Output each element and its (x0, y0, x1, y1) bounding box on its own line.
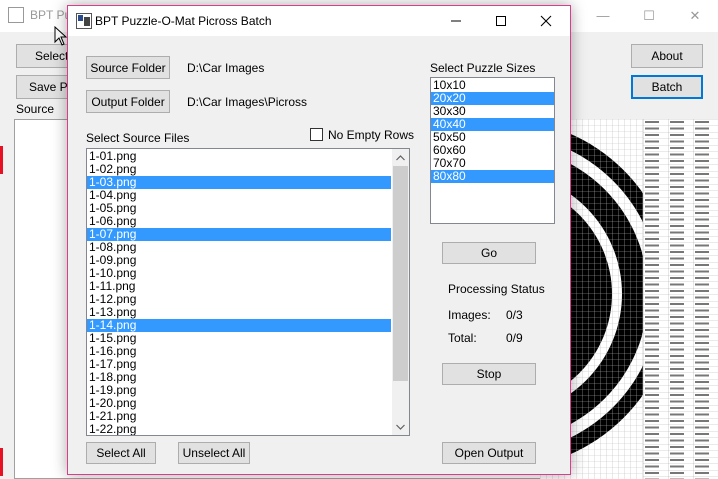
scroll-thumb[interactable] (393, 166, 408, 381)
total-label: Total: (448, 331, 477, 345)
main-maximize-icon[interactable]: ☐ (626, 0, 672, 32)
source-folder-button[interactable]: Source Folder (86, 56, 170, 79)
images-label: Images: (448, 308, 491, 322)
main-close-icon[interactable]: ✕ (672, 0, 718, 32)
app-icon (76, 13, 92, 29)
source-files-listbox[interactable]: 1-01.png 1-02.png 1-03.png 1-04.png 1-05.png… (86, 148, 410, 436)
mouse-cursor-icon (54, 26, 68, 46)
puzzle-size-item[interactable]: 80x80 (431, 170, 554, 183)
select-source-files-label: Select Source Files (86, 131, 190, 145)
batch-button[interactable]: Batch (631, 75, 703, 99)
source-folder-path: D:\Car Images (187, 61, 265, 75)
main-window-title: BPT Pu (30, 8, 72, 22)
go-button[interactable]: Go (442, 242, 536, 264)
stop-button[interactable]: Stop (442, 363, 536, 385)
scroll-up-icon[interactable] (392, 149, 409, 166)
puzzle-clue-grid (643, 119, 718, 479)
puzzle-sizes-list: 10x10 20x20 30x30 40x40 50x50 60x60 70x70 80x80 (431, 79, 554, 183)
about-button[interactable]: About (631, 44, 703, 68)
main-source-label: Source (16, 102, 55, 116)
red-marker-top (0, 146, 3, 174)
puzzle-clues (643, 119, 718, 479)
main-minimize-icon[interactable]: — (580, 0, 626, 32)
select-all-button[interactable]: Select All (86, 442, 156, 464)
scroll-down-icon[interactable] (392, 418, 409, 435)
total-value: 0/9 (506, 331, 523, 345)
dialog-minimize-icon[interactable] (434, 6, 478, 36)
output-folder-path: D:\Car Images\Picross (187, 95, 308, 109)
open-output-button[interactable]: Open Output (442, 442, 536, 464)
images-value: 0/3 (506, 308, 523, 322)
dialog-title: BPT Puzzle-O-Mat Picross Batch (95, 14, 272, 28)
red-marker-bottom (0, 448, 3, 476)
processing-status-label: Processing Status (448, 282, 545, 296)
dialog-close-icon[interactable] (524, 6, 568, 36)
unselect-all-button[interactable]: Unselect All (178, 442, 250, 464)
dialog-maximize-icon[interactable] (479, 6, 523, 36)
output-folder-button[interactable]: Output Folder (86, 90, 170, 113)
puzzle-sizes-listbox[interactable]: 10x10 20x20 30x30 40x40 50x50 60x60 70x70 80x80 (430, 77, 555, 224)
source-files-list: 1-01.png 1-02.png 1-03.png 1-04.png 1-05.png… (87, 150, 391, 436)
main-app-icon (8, 7, 24, 23)
source-files-scrollbar[interactable] (392, 149, 409, 435)
select-puzzle-sizes-label: Select Puzzle Sizes (430, 61, 536, 75)
no-empty-rows-checkbox[interactable] (310, 128, 323, 141)
no-empty-rows-label[interactable]: No Empty Rows (328, 128, 414, 142)
batch-dialog: BPT Puzzle-O-Mat Picross Batch Source Fo… (67, 5, 571, 475)
source-file-item[interactable]: 1-22.png (87, 423, 391, 436)
